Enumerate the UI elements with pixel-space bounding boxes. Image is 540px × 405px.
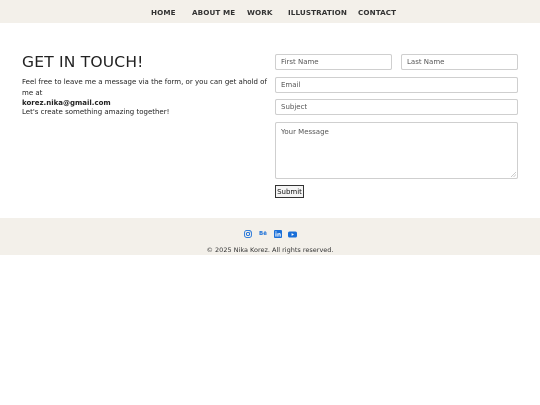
- last-name-placeholder: Last Name: [407, 58, 445, 66]
- message-textarea[interactable]: Your Message: [275, 122, 518, 179]
- first-name-field[interactable]: First Name: [275, 54, 392, 70]
- subject-placeholder: Subject: [281, 103, 308, 111]
- email-field[interactable]: Email: [275, 77, 518, 93]
- linkedin-icon[interactable]: [274, 230, 282, 238]
- intro-text: Feel free to leave me a message via the …: [22, 78, 267, 97]
- last-name-field[interactable]: Last Name: [401, 54, 518, 70]
- first-name-placeholder: First Name: [281, 58, 319, 66]
- nav-about-me[interactable]: ABOUT ME: [192, 8, 235, 17]
- email-placeholder: Email: [281, 81, 301, 89]
- instagram-icon[interactable]: [244, 230, 252, 238]
- top-nav: HOME ABOUT ME WORK ILLUSTRATION CONTACT: [0, 0, 540, 23]
- subject-field[interactable]: Subject: [275, 99, 518, 115]
- submit-button[interactable]: Submit: [275, 185, 304, 198]
- nav-home[interactable]: HOME: [151, 8, 176, 17]
- contact-intro: Feel free to leave me a message via the …: [22, 77, 267, 109]
- behance-icon[interactable]: Bē: [258, 230, 268, 238]
- nav-illustration[interactable]: ILLUSTRATION: [288, 8, 347, 17]
- nav-work[interactable]: WORK: [247, 8, 273, 17]
- contact-email[interactable]: korez.nika@gmail.com: [22, 99, 111, 107]
- page-title: GET IN TOUCH!: [22, 53, 144, 71]
- contact-outro: Let's create something amazing together!: [22, 108, 170, 116]
- resize-handle-icon[interactable]: [511, 172, 516, 177]
- copyright-text: © 2025 Nika Korez. All rights reserved.: [206, 246, 334, 254]
- youtube-icon[interactable]: [288, 230, 297, 238]
- nav-contact[interactable]: CONTACT: [358, 8, 396, 17]
- message-placeholder: Your Message: [281, 128, 329, 136]
